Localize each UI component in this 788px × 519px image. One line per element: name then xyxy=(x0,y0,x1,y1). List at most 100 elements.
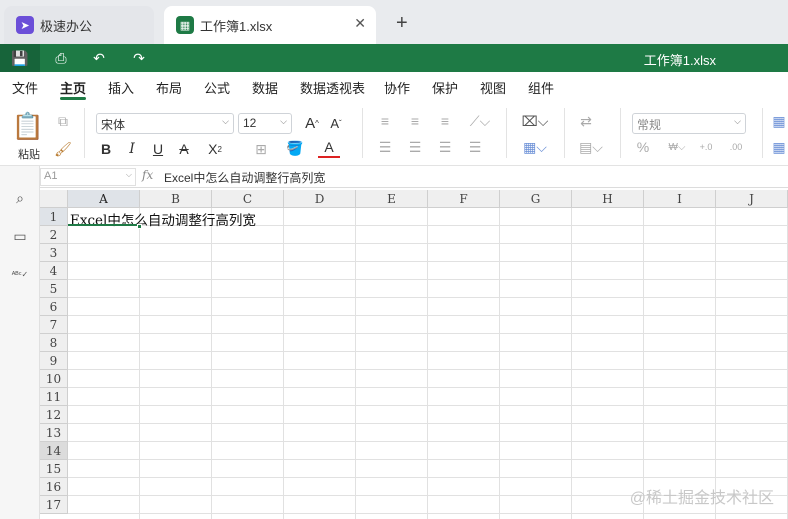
redo-icon[interactable]: ↷ xyxy=(130,49,148,67)
row-header-16[interactable]: 16 xyxy=(40,478,68,496)
formula-bar: A1 ⌵ fx Excel中怎么自动调整行高列宽 xyxy=(40,166,788,188)
fill-handle[interactable] xyxy=(137,224,142,229)
convert-icon[interactable]: ⇄ xyxy=(576,112,596,130)
percent-icon[interactable]: % xyxy=(634,138,652,156)
column-header-j[interactable]: J xyxy=(716,190,788,208)
italic-icon[interactable]: I xyxy=(124,140,140,158)
column-header-i[interactable]: I xyxy=(644,190,716,208)
strikethrough-icon[interactable]: A xyxy=(176,140,192,158)
row-header-1[interactable]: 1 xyxy=(40,208,68,226)
menu-insert[interactable]: 插入 xyxy=(108,78,134,97)
font-name-value: 宋体 xyxy=(101,118,126,132)
close-tab-icon[interactable]: ✕ xyxy=(354,15,366,32)
menu-view[interactable]: 视图 xyxy=(480,78,506,97)
row-header-11[interactable]: 11 xyxy=(40,388,68,406)
bold-icon[interactable]: B xyxy=(98,140,114,158)
new-tab-icon[interactable]: + xyxy=(396,12,408,35)
increase-font-icon[interactable]: A ^ xyxy=(302,113,322,133)
format-painter-icon[interactable]: 🖌 xyxy=(54,140,72,158)
conditional-format-icon[interactable]: ▦ xyxy=(770,112,788,130)
comment-icon[interactable]: ▭ xyxy=(10,226,30,246)
align-middle-icon[interactable]: ≡ xyxy=(406,112,424,130)
undo-icon[interactable]: ↶ xyxy=(90,49,108,67)
row-header-5[interactable]: 5 xyxy=(40,280,68,298)
menu-components[interactable]: 组件 xyxy=(528,78,554,97)
menu-file[interactable]: 文件 xyxy=(12,78,38,97)
spellcheck-icon[interactable]: ᴬᴮᶜ✓ xyxy=(10,264,30,284)
menu-pivot-table[interactable]: 数据透视表 xyxy=(300,78,365,97)
spreadsheet-icon: ▦ xyxy=(176,16,194,34)
font-size-value: 12 xyxy=(243,116,257,130)
decrease-decimal-icon[interactable]: .00 xyxy=(726,138,746,156)
subscript-icon[interactable]: X2 xyxy=(202,140,228,158)
align-left-icon[interactable]: ☰ xyxy=(376,138,394,156)
gridline xyxy=(68,405,788,406)
select-all-corner[interactable] xyxy=(40,190,68,208)
menu-protect[interactable]: 保护 xyxy=(432,78,458,97)
column-header-e[interactable]: E xyxy=(356,190,428,208)
row-header-15[interactable]: 15 xyxy=(40,460,68,478)
cell-style-icon[interactable]: ▦ xyxy=(770,138,788,156)
row-header-8[interactable]: 8 xyxy=(40,334,68,352)
column-header-f[interactable]: F xyxy=(428,190,500,208)
row-header-2[interactable]: 2 xyxy=(40,226,68,244)
row-header-13[interactable]: 13 xyxy=(40,424,68,442)
search-icon[interactable]: ⌕ xyxy=(10,188,30,208)
underline-icon[interactable]: U xyxy=(150,140,166,158)
row-header-3[interactable]: 3 xyxy=(40,244,68,262)
column-header-d[interactable]: D xyxy=(284,190,356,208)
function-icon[interactable]: fx xyxy=(142,168,153,182)
name-box[interactable]: A1 ⌵ xyxy=(40,168,136,186)
menu-formula[interactable]: 公式 xyxy=(204,78,230,97)
column-header-b[interactable]: B xyxy=(140,190,212,208)
gridline xyxy=(68,351,788,352)
row-header-12[interactable]: 12 xyxy=(40,406,68,424)
wrap-text-icon[interactable]: ⌧⌵ xyxy=(520,112,550,130)
column-header-a[interactable]: A xyxy=(68,190,140,208)
font-name-select[interactable]: 宋体 ⌵ xyxy=(96,113,234,134)
text-orientation-icon[interactable]: ⟋⌵ xyxy=(466,112,494,130)
align-bottom-icon[interactable]: ≡ xyxy=(436,112,454,130)
row-header-4[interactable]: 4 xyxy=(40,262,68,280)
column-header-g[interactable]: G xyxy=(500,190,572,208)
font-color-icon[interactable]: A xyxy=(318,138,340,158)
column-header-c[interactable]: C xyxy=(212,190,284,208)
row-header-14[interactable]: 14 xyxy=(40,442,68,460)
table-style-icon[interactable]: ▤⌵ xyxy=(576,138,606,156)
menu-collaborate[interactable]: 协作 xyxy=(384,78,410,97)
save-icon[interactable]: 💾 xyxy=(0,44,40,72)
quick-access-toolbar: 💾 ⎙ ↶ ↷ 工作簿1.xlsx xyxy=(0,44,788,72)
number-format-select[interactable]: 常规 ⌵ xyxy=(632,113,746,134)
paste-label[interactable]: 粘贴 xyxy=(18,146,40,162)
row-header-10[interactable]: 10 xyxy=(40,370,68,388)
merge-cells-icon[interactable]: ▦⌵ xyxy=(520,138,550,156)
gridline xyxy=(68,315,788,316)
row-header-17[interactable]: 17 xyxy=(40,496,68,514)
align-center-icon[interactable]: ☰ xyxy=(406,138,424,156)
justify-icon[interactable]: ☰ xyxy=(466,138,484,156)
paste-icon[interactable]: 📋 xyxy=(12,110,44,142)
borders-icon[interactable]: ⊞ xyxy=(248,140,274,158)
accounting-format-icon[interactable]: ₩⌵ xyxy=(664,138,690,156)
print-icon[interactable]: ⎙ xyxy=(52,49,70,67)
watermark: @稀土掘金技术社区 xyxy=(629,490,774,507)
name-box-value: A1 xyxy=(44,170,58,182)
copy-icon[interactable]: ⧉ xyxy=(54,112,72,130)
tab-home[interactable]: ➤ 极速办公 xyxy=(4,6,154,44)
row-header-7[interactable]: 7 xyxy=(40,316,68,334)
formula-input[interactable]: Excel中怎么自动调整行高列宽 xyxy=(164,169,325,186)
align-top-icon[interactable]: ≡ xyxy=(376,112,394,130)
increase-decimal-icon[interactable]: +.0 xyxy=(696,138,716,156)
fill-color-icon[interactable]: 🪣 xyxy=(282,138,308,158)
tab-workbook[interactable]: ▦ 工作簿1.xlsx ✕ xyxy=(164,6,376,44)
column-header-h[interactable]: H xyxy=(572,190,644,208)
menu-home[interactable]: 主页 xyxy=(60,78,86,97)
decrease-font-icon[interactable]: Aˇ xyxy=(326,113,346,133)
ribbon-separator xyxy=(506,108,507,158)
align-right-icon[interactable]: ☰ xyxy=(436,138,454,156)
row-header-9[interactable]: 9 xyxy=(40,352,68,370)
row-header-6[interactable]: 6 xyxy=(40,298,68,316)
menu-layout[interactable]: 布局 xyxy=(156,78,182,97)
menu-data[interactable]: 数据 xyxy=(252,78,278,97)
font-size-select[interactable]: 12 ⌵ xyxy=(238,113,292,134)
